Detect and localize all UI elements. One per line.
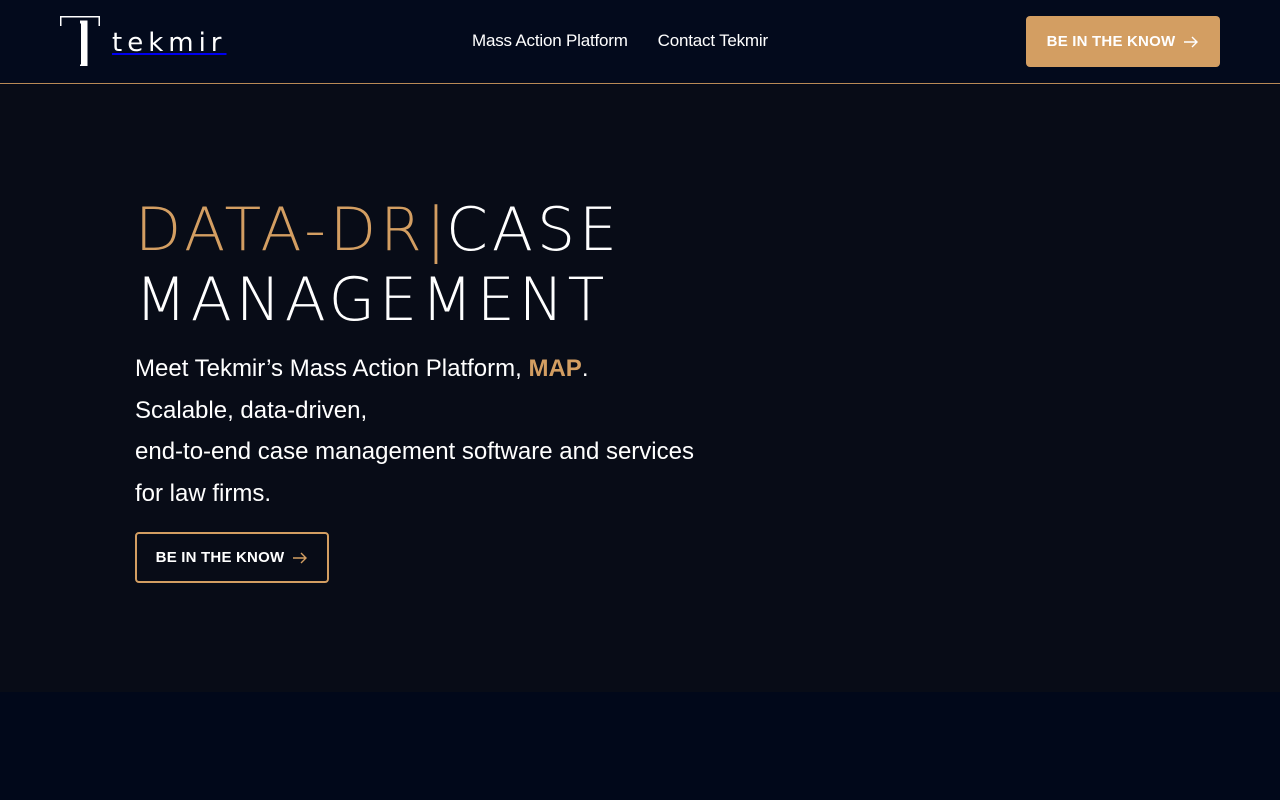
hero-description: Meet Tekmir’s Mass Action Platform, MAP.… xyxy=(135,348,695,514)
nav-item-contact-tekmir[interactable]: Contact Tekmir xyxy=(658,30,768,52)
header-be-in-the-know-button[interactable]: BE IN THE KNOW xyxy=(1026,16,1220,67)
headline-management: MANAGEMENT xyxy=(135,265,609,335)
hero-be-in-the-know-button[interactable]: BE IN THE KNOW xyxy=(135,532,329,583)
headline-case: CASE xyxy=(446,195,621,265)
tekmir-t-mark-icon xyxy=(58,14,102,68)
hero-section: DATA-DR|CASE MANAGEMENT Meet Tekmir’s Ma… xyxy=(0,85,1280,692)
hero-description-line-3: end-to-end case management software and … xyxy=(135,438,694,465)
site-header: tekmir Mass Action Platform Contact Tekm… xyxy=(0,0,1280,84)
nav-item-mass-action-platform[interactable]: Mass Action Platform xyxy=(472,30,628,52)
tekmir-logo[interactable]: tekmir xyxy=(58,14,222,68)
typing-cursor: | xyxy=(425,195,447,265)
hero-description-line-2: Scalable, data-driven, xyxy=(135,396,368,424)
hero-headline: DATA-DR|CASE MANAGEMENT xyxy=(135,195,835,335)
logo-wordmark: tekmir xyxy=(112,28,227,58)
header-cta-label: BE IN THE KNOW xyxy=(1046,33,1176,50)
hero-description-prefix: Meet Tekmir’s Mass Action Platform, xyxy=(135,355,529,382)
hero-description-line-4: for law firms. xyxy=(135,479,272,507)
main-nav: Mass Action Platform Contact Tekmir xyxy=(472,30,768,52)
hero-cta-label: BE IN THE KNOW xyxy=(155,549,285,566)
hero-description-period: . xyxy=(581,355,589,382)
arrow-right-icon xyxy=(1183,36,1199,48)
map-highlight: MAP xyxy=(528,355,582,382)
headline-typed-text: DATA-DR xyxy=(135,195,426,265)
arrow-right-icon xyxy=(292,552,308,564)
